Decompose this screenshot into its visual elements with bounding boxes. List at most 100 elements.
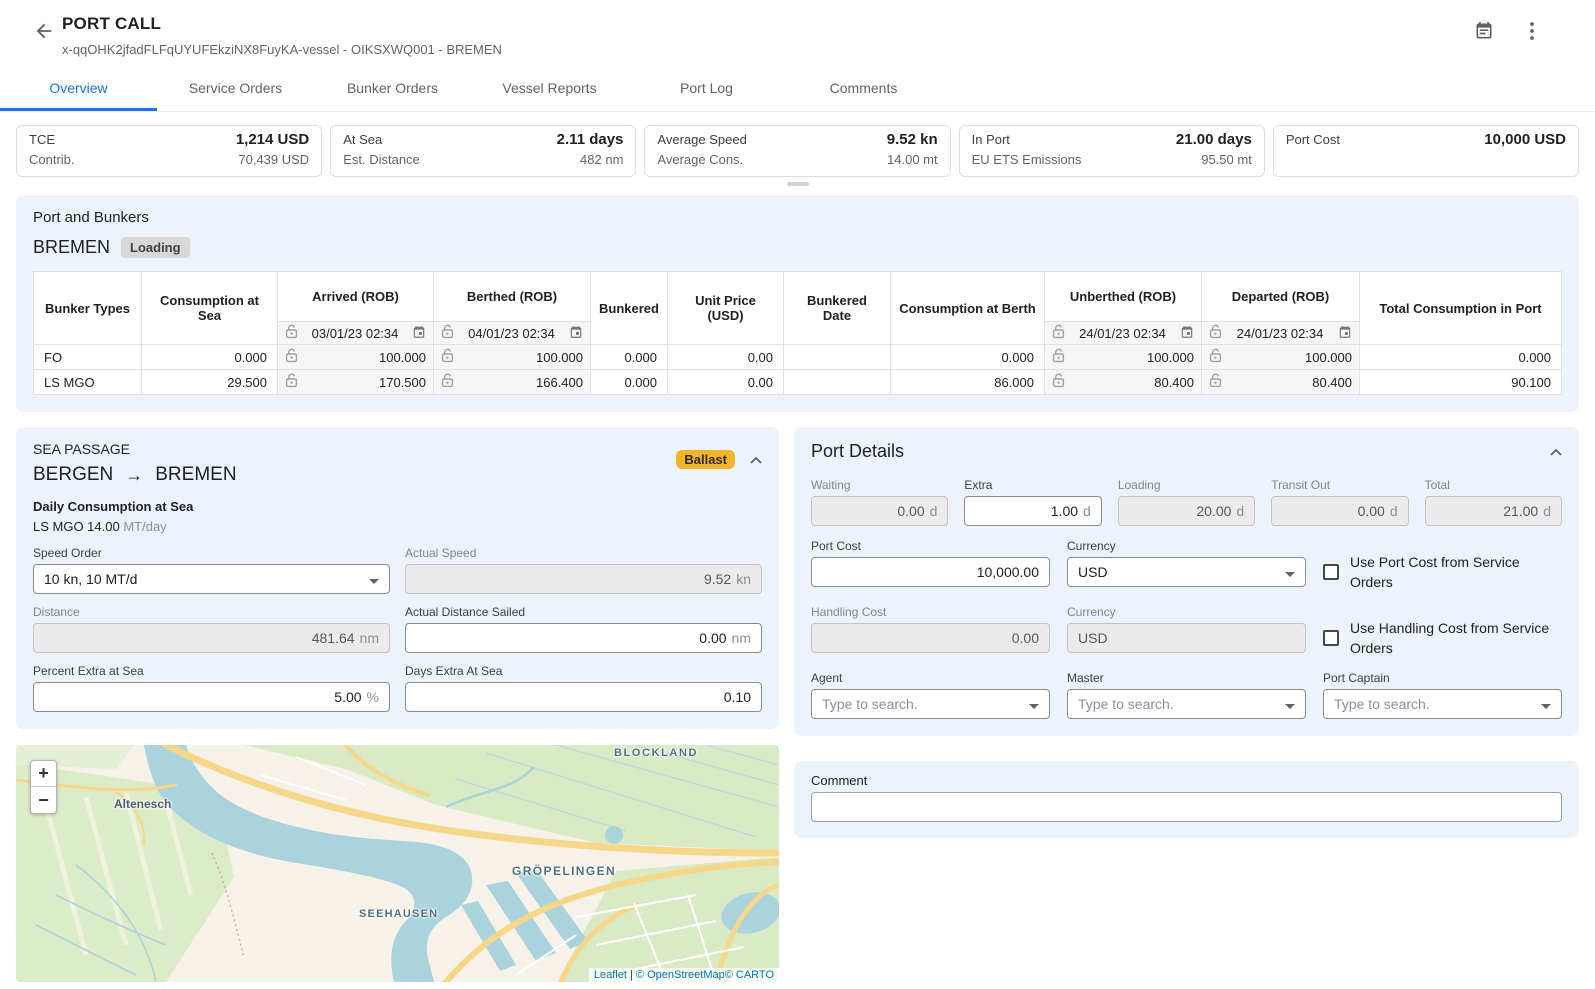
speed-order-select[interactable]: 10 kn, 10 MT/d <box>33 564 390 594</box>
agent-search-select[interactable]: Type to search. <box>811 689 1050 719</box>
route-map[interactable]: BLOCKLAND Altenesch GRÖPELINGEN SEEHAUSE… <box>16 745 779 982</box>
carto-link[interactable]: © CARTO <box>725 969 774 981</box>
days-extra-field[interactable]: 0.10 <box>405 682 762 712</box>
consumption-at-sea-cell[interactable]: 29.500 <box>142 370 278 395</box>
use-handling-cost-checkbox-field[interactable]: Use Handling Cost from Service Orders <box>1323 605 1562 658</box>
berthed-date-field[interactable]: 04/01/23 02:34 <box>434 322 591 345</box>
field-unit: d <box>930 503 938 519</box>
comment-input[interactable] <box>811 792 1562 822</box>
unberthed-date-value[interactable]: 24/01/23 02:34 <box>1070 326 1175 341</box>
kpi-subvalue: 482 nm <box>580 150 623 170</box>
use-port-cost-checkbox-field[interactable]: Use Port Cost from Service Orders <box>1323 539 1562 592</box>
departed-date-value[interactable]: 24/01/23 02:34 <box>1227 326 1333 341</box>
col-header: Arrived (ROB) <box>278 272 434 322</box>
arrived-rob-cell[interactable]: 100.000 <box>278 345 434 370</box>
section-title: Port Details <box>811 441 904 462</box>
kpi-card-in-port: In Port21.00 days EU ETS Emissions95.50 … <box>959 125 1265 177</box>
calendar-icon[interactable] <box>1473 20 1495 42</box>
zoom-out-button[interactable]: − <box>31 787 56 813</box>
lock-icon[interactable] <box>1209 373 1222 391</box>
calendar-icon[interactable] <box>1338 325 1352 342</box>
checkbox-icon[interactable] <box>1323 564 1339 580</box>
panel-resize-handle[interactable] <box>787 182 809 186</box>
tab-comments[interactable]: Comments <box>785 68 942 111</box>
kpi-sublabel: EU ETS Emissions <box>972 150 1082 170</box>
consumption-at-berth-cell[interactable]: 0.000 <box>891 345 1045 370</box>
attribution-separator: | <box>627 969 636 981</box>
consumption-at-berth-cell[interactable]: 86.000 <box>891 370 1045 395</box>
bunkered-cell[interactable]: 0.000 <box>591 370 668 395</box>
lock-icon[interactable] <box>285 324 298 342</box>
kebab-menu-icon[interactable] <box>1521 20 1543 42</box>
actual-distance-sailed-field[interactable]: 0.00nm <box>405 623 762 653</box>
lock-icon[interactable] <box>1052 373 1065 391</box>
section-title: SEA PASSAGE <box>33 441 237 457</box>
berthed-rob-cell[interactable]: 100.000 <box>434 345 591 370</box>
back-arrow-icon[interactable] <box>32 19 56 43</box>
col-header: Berthed (ROB) <box>434 272 591 322</box>
berthed-rob-cell[interactable]: 166.400 <box>434 370 591 395</box>
cell-value: 100.000 <box>536 350 583 365</box>
lock-icon[interactable] <box>285 348 298 366</box>
unberthed-rob-cell[interactable]: 100.000 <box>1045 345 1202 370</box>
bunkered-cell[interactable]: 0.000 <box>591 345 668 370</box>
master-search-select[interactable]: Type to search. <box>1067 689 1306 719</box>
section-title: Port and Bunkers <box>33 209 1562 226</box>
unberthed-date-field[interactable]: 24/01/23 02:34 <box>1045 322 1202 345</box>
cell-value: 100.000 <box>1147 350 1194 365</box>
berthed-date-value[interactable]: 04/01/23 02:34 <box>459 326 564 341</box>
unit-price-cell[interactable]: 0.00 <box>668 370 784 395</box>
arrived-date-value[interactable]: 03/01/23 02:34 <box>303 326 407 341</box>
kpi-sublabel: Est. Distance <box>343 150 420 170</box>
select-value: USD <box>1078 564 1108 580</box>
lock-icon[interactable] <box>441 324 454 342</box>
arrived-rob-cell[interactable]: 170.500 <box>278 370 434 395</box>
tab-service-orders[interactable]: Service Orders <box>157 68 314 111</box>
departed-date-field[interactable]: 24/01/23 02:34 <box>1202 322 1360 345</box>
osm-link[interactable]: © OpenStreetMap <box>636 969 725 981</box>
lock-icon[interactable] <box>1209 348 1222 366</box>
field-label: Days Extra At Sea <box>405 664 762 678</box>
field-value: 20.00 <box>1196 503 1231 519</box>
calendar-icon[interactable] <box>569 325 583 342</box>
col-header: Departed (ROB) <box>1202 272 1360 322</box>
bunkered-date-cell[interactable] <box>784 370 891 395</box>
cell-value: 100.000 <box>1305 350 1352 365</box>
bunkered-date-cell[interactable] <box>784 345 891 370</box>
tab-bunker-orders[interactable]: Bunker Orders <box>314 68 471 111</box>
field-label: Distance <box>33 605 390 619</box>
port-cost-field[interactable]: 10,000.00 <box>811 557 1050 587</box>
port-captain-search-select[interactable]: Type to search. <box>1323 689 1562 719</box>
calendar-icon[interactable] <box>412 325 426 342</box>
tab-overview[interactable]: Overview <box>0 68 157 111</box>
lock-icon[interactable] <box>1052 324 1065 342</box>
consumption-at-sea-cell[interactable]: 0.000 <box>142 345 278 370</box>
collapse-chevron-icon[interactable] <box>1550 448 1562 456</box>
checkbox-icon[interactable] <box>1323 630 1339 646</box>
tab-vessel-reports[interactable]: Vessel Reports <box>471 68 628 111</box>
departed-rob-cell[interactable]: 100.000 <box>1202 345 1360 370</box>
tab-port-log[interactable]: Port Log <box>628 68 785 111</box>
port-cost-currency-select[interactable]: USD <box>1067 557 1306 587</box>
percent-extra-field[interactable]: 5.00% <box>33 682 390 712</box>
lock-icon[interactable] <box>441 373 454 391</box>
sea-passage-section: SEA PASSAGE BERGEN → BREMEN Ballast Dail… <box>16 427 779 729</box>
departed-rob-cell[interactable]: 80.400 <box>1202 370 1360 395</box>
field-label: Speed Order <box>33 546 390 560</box>
collapse-chevron-icon[interactable] <box>750 456 762 464</box>
lock-icon[interactable] <box>1209 324 1222 342</box>
lock-icon[interactable] <box>1052 348 1065 366</box>
field-label: Actual Distance Sailed <box>405 605 762 619</box>
unit-price-cell[interactable]: 0.00 <box>668 345 784 370</box>
unberthed-rob-cell[interactable]: 80.400 <box>1045 370 1202 395</box>
daily-consumption-label: Daily Consumption at Sea <box>33 499 762 514</box>
lock-icon[interactable] <box>285 373 298 391</box>
extra-days-field[interactable]: 1.00d <box>964 496 1101 526</box>
zoom-in-button[interactable]: + <box>31 761 56 787</box>
calendar-icon[interactable] <box>1180 325 1194 342</box>
kpi-value: 9.52 kn <box>887 130 938 150</box>
field-unit: d <box>1543 503 1551 519</box>
lock-icon[interactable] <box>441 348 454 366</box>
arrived-date-field[interactable]: 03/01/23 02:34 <box>278 322 434 345</box>
leaflet-link[interactable]: Leaflet <box>594 969 627 981</box>
